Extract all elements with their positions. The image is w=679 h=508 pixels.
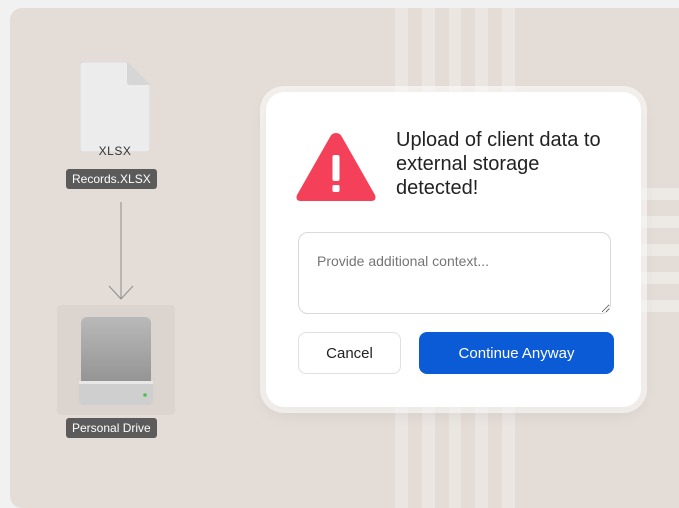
file-extension-label: XLSX xyxy=(98,144,132,158)
hard-drive-icon[interactable] xyxy=(57,305,175,415)
arrow-down-icon xyxy=(108,202,134,300)
context-input[interactable] xyxy=(298,232,611,314)
dialog-title: Upload of client data to external storag… xyxy=(396,129,601,199)
continue-anyway-button[interactable]: Continue Anyway xyxy=(419,332,614,374)
spreadsheet-file-icon[interactable]: XLSX xyxy=(79,61,151,158)
drive-name-label: Personal Drive xyxy=(66,418,157,438)
warning-triangle-icon xyxy=(296,133,376,201)
dlp-warning-dialog: Upload of client data to external storag… xyxy=(266,92,641,407)
cancel-button[interactable]: Cancel xyxy=(298,332,401,374)
file-name-label: Records.XLSX xyxy=(66,169,157,189)
